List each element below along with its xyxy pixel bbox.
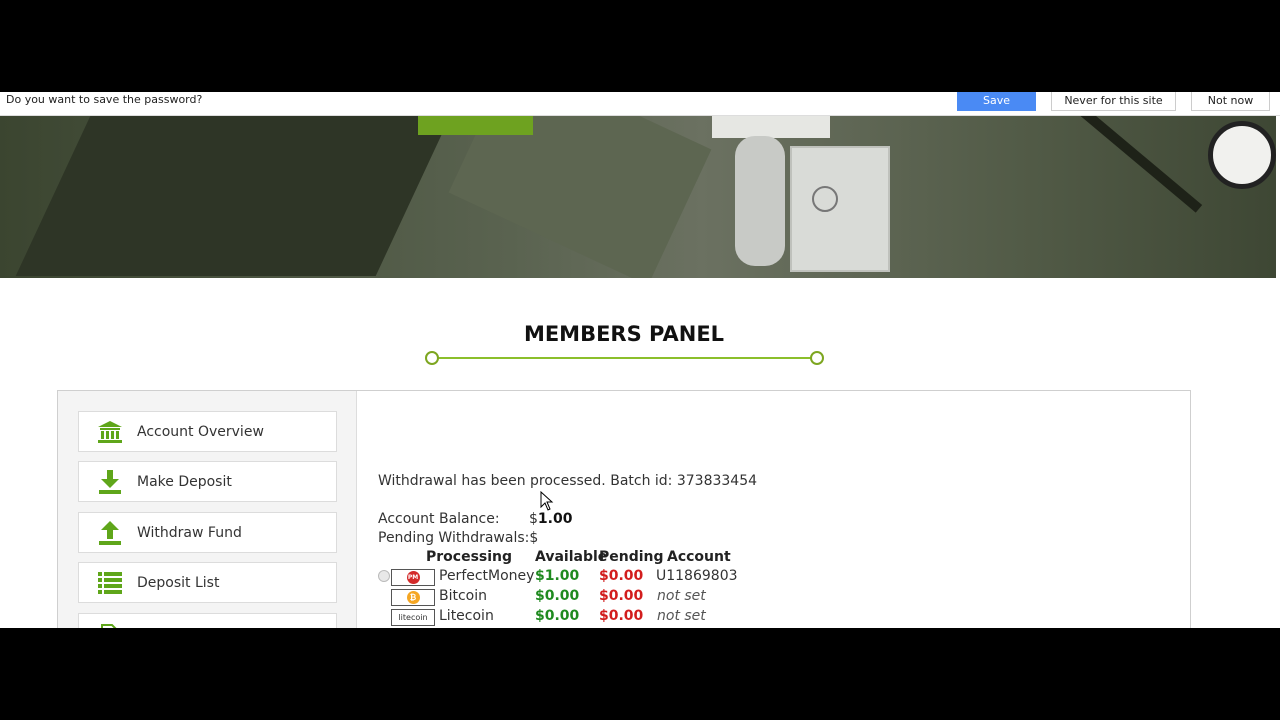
processor-name: Litecoin [439, 608, 494, 624]
browser-viewport: Do you want to save the password? Save N… [0, 92, 1280, 628]
hero-watch-graphic [1208, 121, 1276, 189]
balance-value: $1.00 [529, 511, 573, 527]
balance-label: Account Balance: [378, 511, 500, 527]
hero-safe-graphic [790, 146, 890, 272]
save-password-question: Do you want to save the password? [6, 93, 203, 106]
sidebar-item-withdraw-fund[interactable]: Withdraw Fund [78, 512, 337, 553]
save-password-button[interactable]: Save [957, 92, 1036, 111]
document-icon [97, 621, 123, 628]
sidebar-item-account-overview[interactable]: Account Overview [78, 411, 337, 452]
header-pending: Pending [599, 549, 664, 565]
pending-amount: $0.00 [599, 588, 644, 604]
hero-robot-head [712, 116, 830, 138]
sidebar-item-label: Deposit List [137, 574, 220, 591]
account-id: U11869803 [656, 568, 738, 584]
litecoin-logo-icon: litecoin [391, 609, 435, 626]
bank-icon [97, 419, 123, 445]
pending-amount: $0.00 [599, 568, 644, 584]
never-for-this-site-button[interactable]: Never for this site [1051, 92, 1176, 111]
sidebar-item-label: Make Deposit [137, 473, 232, 490]
account-id: not set [657, 608, 706, 624]
available-amount: $0.00 [535, 588, 580, 604]
processor-name: PerfectMoney [439, 568, 535, 584]
title-divider [432, 357, 817, 359]
hero-banner [0, 116, 1276, 278]
sidebar-item-make-deposit[interactable]: Make Deposit [78, 461, 337, 502]
table-row: PM PerfectMoney $1.00 $0.00 U11869803 [378, 568, 1178, 588]
processor-radio[interactable] [378, 570, 390, 582]
download-icon [97, 469, 123, 495]
header-account: Account [667, 549, 731, 565]
header-processing: Processing [426, 549, 513, 565]
available-amount: $1.00 [535, 568, 580, 584]
list-icon [97, 570, 123, 596]
pending-amount: $0.00 [599, 608, 644, 624]
processor-name: Bitcoin [439, 588, 488, 604]
pending-withdrawals-label: Pending Withdrawals:$ [378, 530, 539, 546]
sidebar: Account Overview Make Deposit Withdraw F… [58, 391, 357, 628]
table-row: litecoin Litecoin $0.00 $0.00 not set [378, 608, 1178, 628]
table-row: ₿ Bitcoin $0.00 $0.00 not set [378, 588, 1178, 608]
account-id: not set [657, 588, 706, 604]
upload-icon [97, 520, 123, 546]
sidebar-item-label: Withdraw Fund [137, 524, 242, 541]
divider-dot-left [425, 351, 439, 365]
page-title: MEMBERS PANEL [523, 322, 725, 346]
sidebar-item-deposit-list[interactable]: Deposit List [78, 562, 337, 603]
withdrawal-message: Withdrawal has been processed. Batch id:… [378, 473, 758, 489]
bitcoin-logo-icon: ₿ [391, 589, 435, 606]
available-amount: $0.00 [535, 608, 580, 624]
header-available: Available [535, 549, 608, 565]
perfectmoney-logo-icon: PM [391, 569, 435, 586]
divider-dot-right [810, 351, 824, 365]
hero-robot-graphic [735, 136, 785, 266]
main-content: Withdrawal has been processed. Batch id:… [378, 391, 1178, 628]
members-panel: Account Overview Make Deposit Withdraw F… [57, 390, 1191, 628]
sidebar-item-next[interactable] [78, 613, 337, 628]
save-password-bar: Do you want to save the password? Save N… [0, 92, 1280, 116]
hero-green-button[interactable] [418, 116, 533, 135]
sidebar-item-label: Account Overview [137, 423, 264, 440]
not-now-button[interactable]: Not now [1191, 92, 1270, 111]
